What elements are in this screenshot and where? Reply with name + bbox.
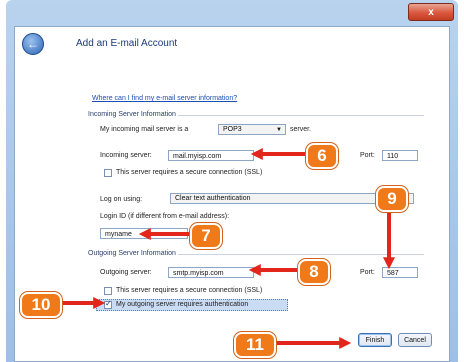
callout-9: 9 — [376, 186, 408, 212]
callout-11: 11 — [234, 332, 276, 358]
callout-7: 7 — [190, 223, 222, 249]
callout-6: 6 — [306, 143, 338, 169]
callout-10: 10 — [20, 292, 62, 318]
callout-arrows — [60, 148, 395, 349]
callout-8: 8 — [298, 259, 330, 285]
